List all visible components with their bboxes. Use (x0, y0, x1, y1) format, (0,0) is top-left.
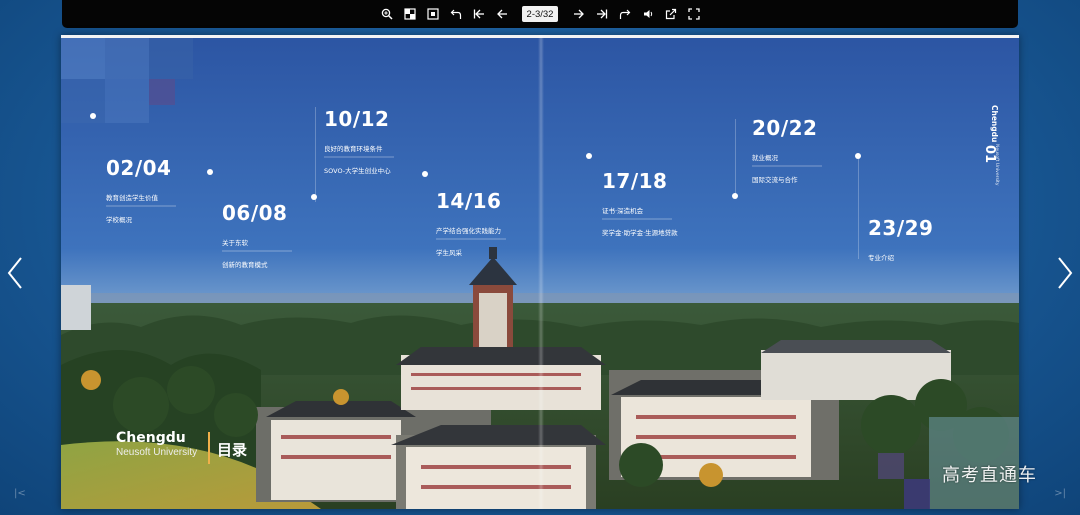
toc-entry[interactable]: 20/22 就业概况 国际交流与合作 (752, 116, 822, 184)
share-icon[interactable] (660, 3, 682, 25)
next-page-arrow-icon[interactable] (1054, 255, 1076, 291)
book-spread: 02/04 教育创造学生价值 学校概况 06/08 关于东软 创新的教育模式 1… (61, 35, 1019, 509)
university-name: Neusoft University (116, 447, 198, 458)
toc-entry[interactable]: 02/04 教育创造学生价值 学校概况 (106, 156, 176, 224)
cover-title: Chengdu Neusoft University (116, 430, 197, 458)
redo-icon[interactable] (614, 3, 636, 25)
section-number: 01 (982, 145, 997, 164)
toc-page-numbers: 06/08 (222, 201, 288, 225)
toc-subtitle-line (106, 205, 176, 207)
timeline-dot (207, 169, 213, 175)
toc-subtitle-line (602, 218, 672, 220)
viewer-toolbar: 2-3/32 (62, 0, 1018, 28)
divider-line (315, 107, 316, 202)
page-counter[interactable]: 2-3/32 (522, 6, 558, 22)
fullscreen-icon[interactable] (683, 3, 705, 25)
divider-line (735, 119, 736, 199)
next-page-icon[interactable] (568, 3, 590, 25)
toc-entry[interactable]: 23/29 专业介绍 (868, 216, 933, 262)
thumbnails-icon[interactable] (399, 3, 421, 25)
toc-item: 创新的教育模式 (222, 261, 268, 269)
zoom-in-icon[interactable] (376, 3, 398, 25)
toc-subtitle-line (222, 250, 292, 252)
prev-page-icon[interactable] (491, 3, 513, 25)
contents-heading: 目录 (217, 441, 248, 459)
toc-item: 专业介绍 (868, 254, 894, 262)
fit-page-icon[interactable] (422, 3, 444, 25)
timeline-dot (90, 113, 96, 119)
toc-item: 奖学金·助学金·生源地贷款 (602, 229, 678, 237)
last-page-link[interactable]: >| (1054, 488, 1066, 499)
toc-item: 教育创造学生价值 (106, 194, 158, 202)
city-name: Chengdu (116, 430, 186, 446)
accent-bar (208, 432, 210, 464)
toc-item: SOVO-大学生创业中心 (324, 167, 391, 175)
toc-page-numbers: 23/29 (868, 216, 934, 240)
first-page-link[interactable]: |< (14, 488, 26, 499)
toc-page-numbers: 14/16 (436, 189, 502, 213)
toc-page-numbers: 17/18 (602, 169, 668, 193)
toc-item: 关于东软 (222, 239, 248, 247)
toc-subtitle-line (324, 156, 394, 158)
toc-item: 学生风采 (436, 249, 462, 257)
toc-page-numbers: 02/04 (106, 156, 172, 180)
toc-entry[interactable]: 10/12 良好的教育环境条件 SOVO-大学生创业中心 (324, 107, 394, 175)
toc-item: 产学结合强化实践能力 (436, 227, 501, 235)
toc-item: 学校概况 (106, 216, 132, 224)
timeline-dot (422, 171, 428, 177)
toc-entry[interactable]: 14/16 产学结合强化实践能力 学生风采 (436, 189, 506, 257)
undo-icon[interactable] (445, 3, 467, 25)
timeline-dot (586, 153, 592, 159)
divider-line (858, 159, 859, 259)
sound-icon[interactable] (637, 3, 659, 25)
toc-item: 证书·深造机会 (602, 207, 644, 215)
toc-item: 良好的教育环境条件 (324, 145, 383, 153)
toc-subtitle-line (752, 165, 822, 167)
book-spine (538, 35, 544, 509)
previous-page-arrow-icon[interactable] (4, 255, 26, 291)
toc-page-numbers: 10/12 (324, 107, 390, 131)
toc-subtitle-line (436, 238, 506, 240)
last-page-icon[interactable] (591, 3, 613, 25)
first-page-icon[interactable] (468, 3, 490, 25)
vertical-brand-title: Chengdu (990, 105, 999, 143)
watermark-text: 高考直通车 (942, 465, 1037, 486)
toc-page-numbers: 20/22 (752, 116, 818, 140)
timeline-dot (311, 194, 317, 200)
toc-item: 国际交流与合作 (752, 176, 798, 184)
toc-item: 就业概况 (752, 154, 778, 162)
toc-entry[interactable]: 17/18 证书·深造机会 奖学金·助学金·生源地贷款 (602, 169, 678, 237)
toc-entry[interactable]: 06/08 关于东软 创新的教育模式 (222, 201, 292, 269)
